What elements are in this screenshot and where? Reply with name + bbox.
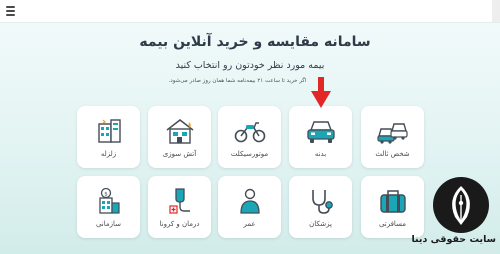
scrollbar[interactable] [492, 0, 500, 22]
card-medical-covid[interactable]: درمان و کرونا [148, 176, 211, 238]
card-third-party[interactable]: شخص ثالث [361, 106, 424, 168]
card-label: آتش سوزی [162, 150, 197, 158]
card-label: مسافرتی [378, 220, 407, 228]
card-earthquake[interactable]: زلزله [77, 106, 140, 168]
third-party-cars-icon [377, 123, 408, 144]
svg-text:$: $ [104, 192, 108, 198]
card-label: شخص ثالث [375, 150, 410, 158]
card-label: موتورسیکلت [230, 150, 269, 158]
card-life[interactable]: عمر [218, 176, 281, 238]
card-label: درمان و کرونا [159, 220, 200, 228]
card-doctors[interactable]: پزشکان [289, 176, 352, 238]
card-car-body[interactable]: بدنه [289, 106, 352, 168]
person-life-icon [240, 188, 260, 214]
arrow-down-icon [311, 77, 331, 108]
hamburger-menu-icon[interactable] [6, 6, 15, 16]
medical-iv-icon [169, 188, 190, 214]
suitcase-icon [380, 190, 406, 213]
top-bar [0, 0, 500, 23]
card-fire[interactable]: آتش سوزی [148, 106, 211, 168]
motorcycle-icon [234, 122, 266, 143]
pen-nib-logo-icon [433, 177, 489, 233]
card-label: بدنه [314, 150, 327, 158]
card-organizational[interactable]: $ سازمانی [77, 176, 140, 238]
page-subtitle: بیمه مورد نظر خودتون رو انتخاب کنید [175, 60, 325, 71]
card-label: پزشکان [309, 220, 332, 228]
house-fire-icon [166, 119, 194, 144]
car-body-icon [307, 121, 335, 143]
earthquake-building-icon [98, 119, 121, 143]
card-travel[interactable]: مسافرتی [361, 176, 424, 238]
organization-building-icon: $ [99, 187, 120, 214]
card-label: سازمانی [95, 220, 122, 228]
card-label: عمر [243, 220, 256, 228]
stethoscope-icon [312, 190, 333, 214]
page-title: سامانه مقایسه و خرید آنلاین بیمه [139, 34, 371, 50]
watermark-site-name: سایت حقوقی دینا [411, 234, 496, 245]
card-motorcycle[interactable]: موتورسیکلت [218, 106, 281, 168]
card-label: زلزله [100, 150, 117, 158]
